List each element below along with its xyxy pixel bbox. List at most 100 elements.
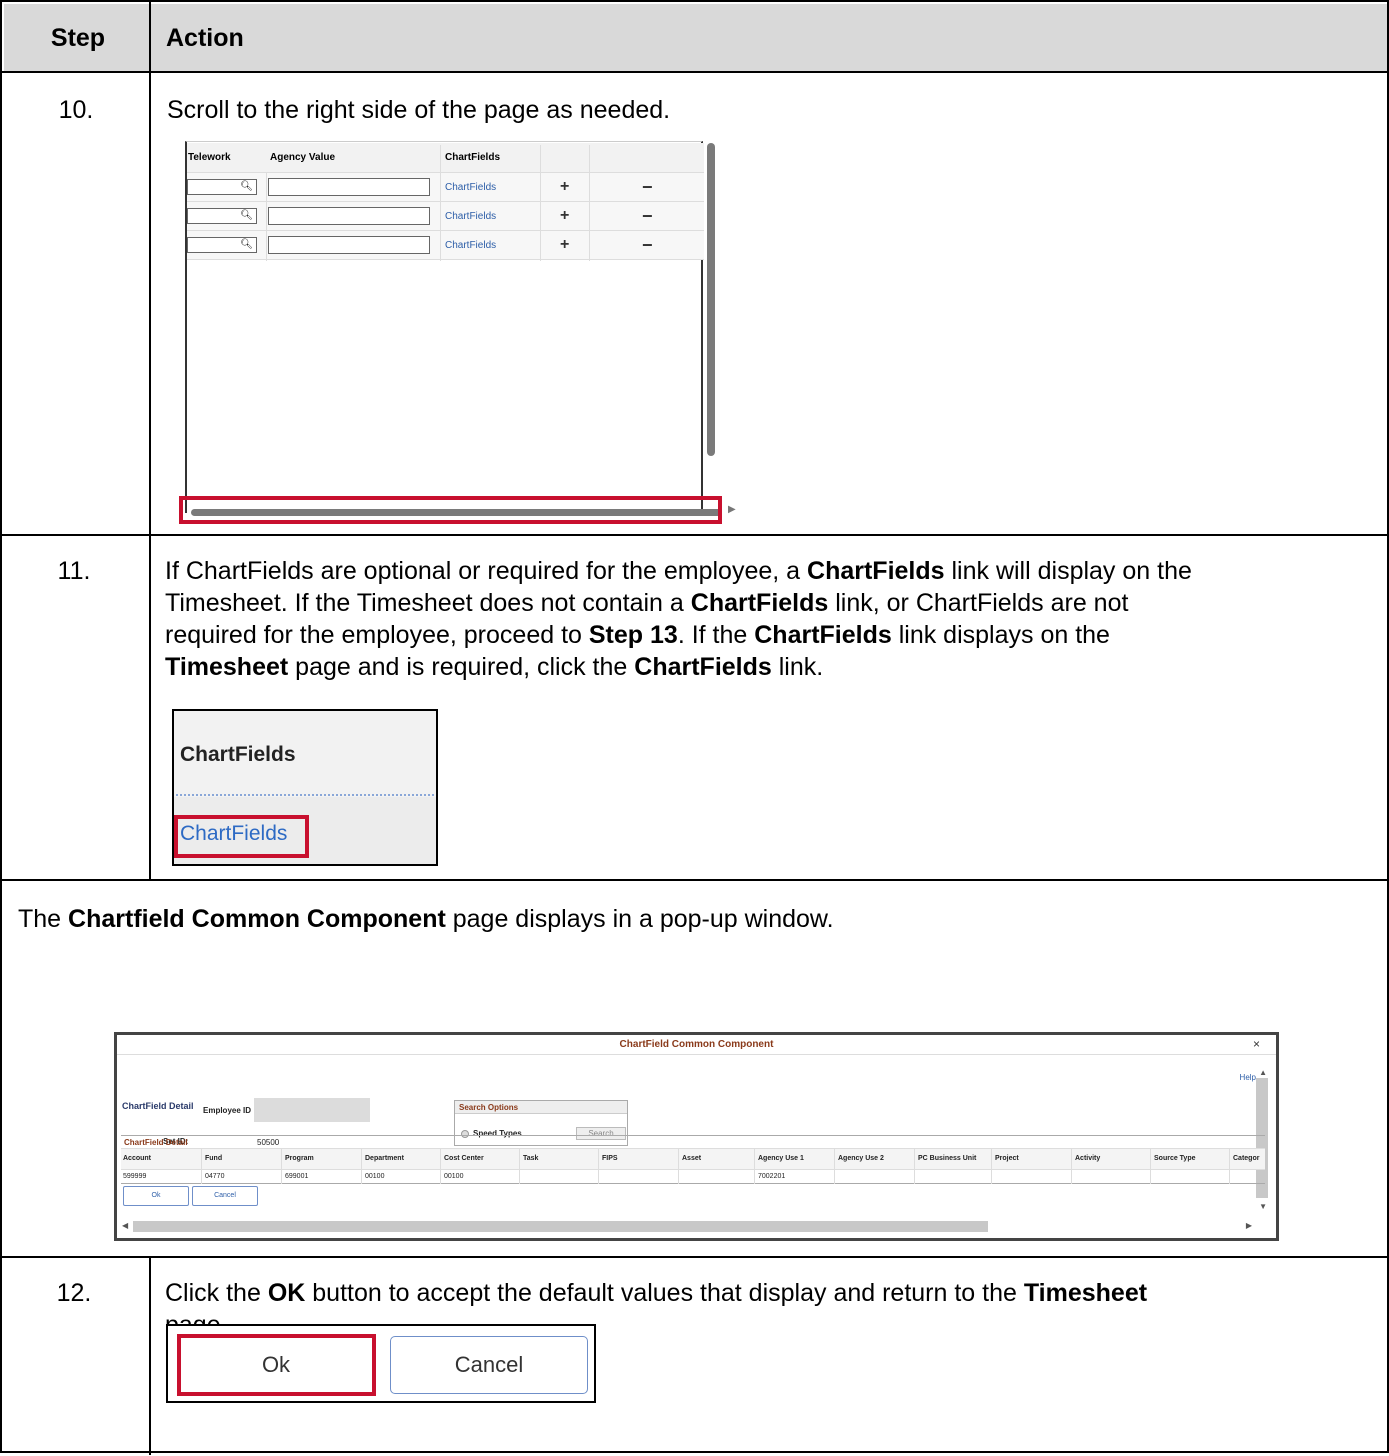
cancel-button[interactable]: Cancel [390, 1336, 588, 1394]
column-separator [519, 1148, 520, 1184]
divider [176, 794, 434, 796]
column-separator [914, 1148, 915, 1184]
chartfield-popup-screenshot: ChartField Common Component × Help ▲ ▼ C… [114, 1032, 1279, 1241]
note-text: The Chartfield Common Component page dis… [18, 905, 834, 933]
column-separator [361, 1148, 362, 1184]
grid-cell: 599999 [123, 1173, 147, 1180]
agency-value-input[interactable] [268, 207, 430, 225]
chartfields-link[interactable]: ChartFields [445, 231, 496, 259]
telework-input[interactable]: 🔍︎ [187, 208, 257, 224]
chartfields-link[interactable]: ChartFields [445, 202, 496, 230]
grid-cell: 7002201 [758, 1173, 786, 1180]
grid-cell: 699001 [285, 1173, 309, 1180]
highlight-box [177, 1334, 376, 1396]
table-row: 599999 04770 699001 00100 00100 7002201 [121, 1170, 1265, 1184]
grid-cell: 00100 [365, 1173, 385, 1180]
column-header-telework: Telework [188, 152, 231, 163]
column-separator [754, 1148, 755, 1184]
search-options-title: Search Options [455, 1101, 627, 1114]
column-header: Department [365, 1155, 404, 1162]
highlight-box [179, 496, 722, 524]
column-header: Agency Use 1 [758, 1155, 804, 1162]
column-separator [1150, 1148, 1151, 1184]
ok-button[interactable]: Ok [123, 1186, 189, 1206]
scroll-down-arrow-icon[interactable]: ▼ [1259, 1202, 1267, 1211]
step-number: 11. [57, 557, 91, 585]
popup-title: ChartField Common Component [117, 1035, 1276, 1055]
scroll-up-arrow-icon[interactable]: ▲ [1259, 1068, 1267, 1077]
column-separator [540, 145, 541, 261]
telework-input[interactable]: 🔍︎ [187, 237, 257, 253]
employee-id-value [254, 1098, 370, 1122]
column-separator [598, 1148, 599, 1184]
vertical-scrollbar[interactable] [707, 143, 715, 456]
add-row-button[interactable]: + [560, 173, 569, 201]
magnifier-icon[interactable]: 🔍︎ [240, 180, 253, 194]
close-icon[interactable]: × [1253, 1037, 1260, 1051]
step-column-header: Step [50, 23, 106, 52]
step-instruction: Scroll to the right side of the page as … [167, 96, 671, 124]
column-header: Account [123, 1155, 151, 1162]
chartfields-column-title: ChartFields [180, 743, 296, 766]
action-column-header: Action [166, 23, 244, 52]
ok-cancel-screenshot: Ok Cancel [166, 1324, 596, 1403]
column-separator [440, 145, 441, 261]
column-divider [149, 2, 151, 879]
cancel-button[interactable]: Cancel [192, 1186, 258, 1206]
agency-value-input[interactable] [268, 236, 430, 254]
agency-value-input[interactable] [268, 178, 430, 196]
table-header: Step Action [4, 4, 1387, 72]
delete-row-button[interactable]: − [642, 202, 653, 230]
step-number: 12. [56, 1279, 92, 1307]
magnifier-icon[interactable]: 🔍︎ [240, 238, 253, 252]
table-row: 🔍︎ ChartFields + − [187, 231, 704, 260]
employee-id-label: Employee ID [203, 1106, 252, 1115]
row-divider [2, 1256, 1387, 1258]
chartfield-detail-grid: ChartField Detail Account Fund Program D… [121, 1135, 1265, 1184]
grid-cell: 04770 [205, 1173, 225, 1180]
grid-title: ChartField Detail [124, 1138, 188, 1147]
table-row: 🔍︎ ChartFields + − [187, 173, 704, 202]
column-separator [678, 1148, 679, 1184]
row-divider [2, 534, 1387, 536]
help-link[interactable]: Help [1240, 1073, 1256, 1082]
delete-row-button[interactable]: − [642, 173, 653, 201]
grid-header-row: Account Fund Program Department Cost Cen… [121, 1148, 1265, 1170]
scroll-left-arrow-icon[interactable]: ◀ [122, 1221, 128, 1230]
column-separator [201, 1148, 202, 1184]
row-divider [2, 71, 1387, 73]
timesheet-scroll-screenshot: Telework Agency Value ChartFields 🔍︎ Cha… [179, 141, 736, 524]
column-header: Categor [1233, 1155, 1260, 1162]
column-separator [440, 1148, 441, 1184]
column-header: Task [523, 1155, 539, 1162]
section-title: ChartField Detail [122, 1101, 194, 1111]
horizontal-scrollbar[interactable] [133, 1221, 988, 1232]
delete-row-button[interactable]: − [642, 231, 653, 259]
column-header: PC Business Unit [918, 1155, 977, 1162]
scroll-right-arrow-icon[interactable]: ▶ [728, 504, 736, 515]
column-header: Asset [682, 1155, 702, 1162]
column-header: Cost Center [444, 1155, 484, 1162]
column-header: Project [995, 1155, 1019, 1162]
column-separator [266, 173, 267, 261]
column-separator [1229, 1148, 1230, 1184]
highlight-box [174, 815, 309, 858]
column-separator [281, 1148, 282, 1184]
column-separator [834, 1148, 835, 1184]
column-separator [991, 1148, 992, 1184]
magnifier-icon[interactable]: 🔍︎ [240, 209, 253, 223]
step-number: 10. [58, 96, 94, 124]
column-header: Activity [1075, 1155, 1101, 1162]
telework-input[interactable]: 🔍︎ [187, 179, 257, 195]
grid-header-row: Telework Agency Value ChartFields [187, 143, 704, 173]
column-header: FIPS [602, 1155, 618, 1162]
chartfields-link-screenshot: ChartFields ChartFields [172, 709, 438, 866]
add-row-button[interactable]: + [560, 231, 569, 259]
grid-cell: 00100 [444, 1173, 464, 1180]
column-divider [149, 1256, 151, 1455]
scroll-right-arrow-icon[interactable]: ▶ [1246, 1221, 1252, 1230]
add-row-button[interactable]: + [560, 202, 569, 230]
column-separator [1071, 1148, 1072, 1184]
column-header: Fund [205, 1155, 223, 1162]
chartfields-link[interactable]: ChartFields [445, 173, 496, 201]
